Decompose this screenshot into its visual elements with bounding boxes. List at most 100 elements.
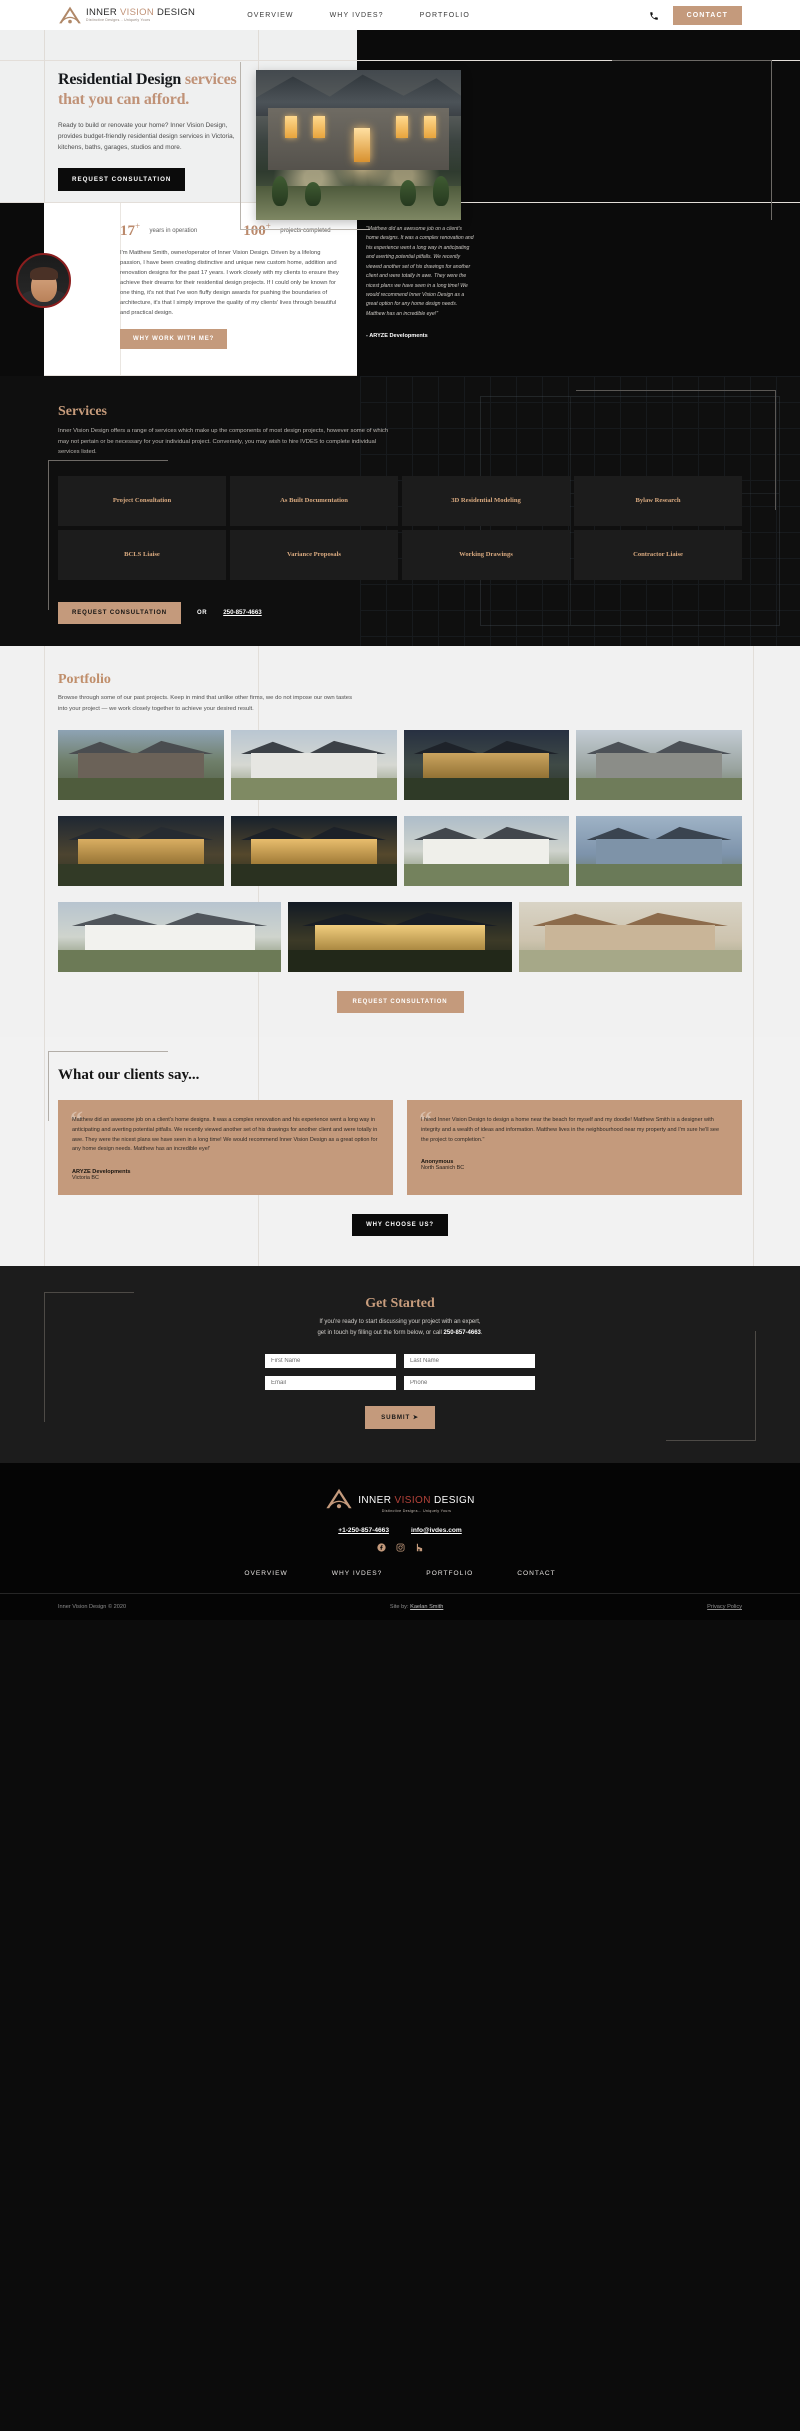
get-started-paragraph: If you're ready to start discussing your… (317, 1318, 483, 1336)
about-testimonial-author: - ARYZE Developments (366, 333, 428, 340)
portfolio-heading: Portfolio (58, 672, 111, 687)
about-testimonial: "Matthew did an awesome job on a client'… (366, 225, 476, 339)
hero-decorative-frame-right (612, 60, 772, 220)
portfolio-thumbnail[interactable] (58, 730, 224, 801)
portfolio-thumbnail[interactable] (576, 816, 742, 887)
site-credit-link[interactable]: Kaelan Smith (410, 1604, 443, 1610)
portfolio-thumbnail[interactable] (403, 816, 570, 887)
footer-email-link[interactable]: info@ivdes.com (411, 1527, 462, 1534)
portfolio-section: Portfolio Browse through some of our pas… (0, 646, 800, 1038)
services-grid: Project Consultation As Built Documentat… (58, 475, 742, 580)
get-started-paragraph-line1: If you're ready to start discussing your… (319, 1318, 481, 1325)
portfolio-thumbnail[interactable] (230, 730, 397, 801)
page-root: INNER VISION DESIGN Distinctive Designs.… (0, 0, 800, 1621)
phone-field[interactable] (404, 1376, 535, 1391)
logo-wordmark: INNER VISION DESIGN (86, 7, 196, 19)
email-field[interactable] (265, 1376, 396, 1391)
service-card-bylaw-research[interactable]: Bylaw Research (574, 475, 742, 526)
footer-nav-portfolio[interactable]: PORTFOLIO (426, 1570, 473, 1577)
get-started-decorative-frame-right (666, 1331, 756, 1442)
portfolio-paragraph: Browse through some of our past projects… (58, 695, 353, 712)
portfolio-grid-row-1 (58, 730, 742, 801)
testimonials-section: What our clients say... “ Matthew did an… (0, 1037, 800, 1266)
last-name-field[interactable] (404, 1354, 535, 1369)
houzz-icon[interactable] (415, 1543, 424, 1554)
hero-decorative-frame-left (240, 62, 370, 230)
testimonial-text: Matthew did an awesome job on a client's… (72, 1117, 378, 1153)
services-or-label: OR (197, 609, 208, 616)
why-work-with-me-button[interactable]: WHY WORK WITH ME? (120, 329, 228, 349)
sub-footer: Inner Vision Design © 2020 Site by: Kael… (0, 1593, 800, 1621)
testimonials-heading: What our clients say... (58, 1067, 200, 1084)
nav-item-overview[interactable]: OVERVIEW (247, 12, 293, 19)
services-cta-row: REQUEST CONSULTATION OR 250-857-4663 (58, 601, 742, 624)
get-started-paragraph-line2a: get in touch by filling out the form bel… (317, 1329, 444, 1336)
contact-form: SUBMIT ➤ (265, 1354, 535, 1430)
testimonial-card: “ Matthew did an awesome job on a client… (58, 1100, 393, 1195)
testimonial-card: “ I hired Inner Vision Design to design … (407, 1100, 742, 1195)
get-started-phone: 250-857-4663 (443, 1329, 481, 1336)
services-heading: Services (58, 404, 107, 419)
footer-nav-contact[interactable]: CONTACT (517, 1570, 555, 1577)
stat-years: 17+ years in operation (120, 221, 197, 240)
hero-request-consultation-button[interactable]: REQUEST CONSULTATION (58, 167, 186, 191)
site-credit: Site by: Kaelan Smith (389, 1604, 444, 1611)
first-name-field[interactable] (265, 1354, 396, 1369)
portfolio-thumbnail[interactable] (230, 816, 397, 887)
footer-logo[interactable]: INNER VISION DESIGN Distinctive Designs.… (325, 1487, 475, 1515)
services-phone-link[interactable]: 250-857-4663 (223, 609, 262, 616)
service-card-3d-residential-modeling[interactable]: 3D Residential Modeling (402, 475, 570, 526)
footer-nav-overview[interactable]: OVERVIEW (244, 1570, 287, 1577)
stat-years-number: 17+ (120, 221, 141, 239)
nav-item-why-ivdes[interactable]: WHY IVDES? (330, 12, 384, 19)
avatar (16, 253, 71, 308)
portfolio-thumbnail[interactable] (58, 816, 224, 887)
get-started-heading: Get Started (365, 1295, 435, 1311)
service-card-bcls-liaise[interactable]: BCLS Liaise (58, 529, 226, 580)
copyright-text: Inner Vision Design © 2020 (58, 1604, 127, 1611)
portfolio-thumbnail[interactable] (403, 730, 570, 801)
get-started-section: Get Started If you're ready to start dis… (0, 1265, 800, 1464)
why-choose-us-button[interactable]: WHY CHOOSE US? (352, 1213, 448, 1236)
footer-nav-why-ivdes[interactable]: WHY IVDES? (332, 1570, 383, 1577)
about-section: 17+ years in operation 100+ projects com… (0, 203, 800, 376)
contact-button[interactable]: CONTACT (672, 5, 742, 25)
logo-triangle-eye-icon (58, 5, 82, 25)
privacy-policy-link[interactable]: Privacy Policy (707, 1604, 742, 1610)
submit-button[interactable]: SUBMIT ➤ (365, 1406, 435, 1430)
about-paragraph: I'm Matthew Smith, owner/operator of Inn… (120, 250, 339, 316)
services-section: Services Inner Vision Design offers a ra… (0, 376, 800, 646)
service-card-contractor-liaise[interactable]: Contractor Liaise (574, 529, 742, 580)
footer-navigation: OVERVIEW WHY IVDES? PORTFOLIO CONTACT (58, 1570, 742, 1577)
portfolio-thumbnail[interactable] (576, 730, 742, 801)
services-paragraph: Inner Vision Design offers a range of se… (58, 428, 389, 456)
footer: INNER VISION DESIGN Distinctive Designs.… (0, 1463, 800, 1594)
about-testimonial-text: "Matthew did an awesome job on a client'… (366, 226, 474, 317)
phone-icon[interactable] (649, 9, 659, 21)
logo-tagline: Distinctive Designs... Uniquely Yours (86, 17, 151, 22)
footer-logo-triangle-eye-icon (325, 1487, 353, 1515)
service-card-as-built-documentation[interactable]: As Built Documentation (230, 475, 398, 526)
footer-phone-link[interactable]: +1-250-857-4663 (338, 1527, 389, 1534)
nav-links: OVERVIEW WHY IVDES? PORTFOLIO (247, 12, 470, 19)
service-card-working-drawings[interactable]: Working Drawings (402, 529, 570, 580)
hero-section: Residential Design services that you can… (0, 30, 800, 230)
footer-logo-tagline: Distinctive Designs... Uniquely Yours (381, 1508, 452, 1513)
portfolio-grid-row-3 (58, 902, 742, 973)
hero-paragraph: Ready to build or renovate your home? In… (58, 122, 235, 152)
portfolio-thumbnail[interactable] (58, 902, 282, 973)
service-card-variance-proposals[interactable]: Variance Proposals (230, 529, 398, 580)
testimonial-author-location: North Saanich BC (421, 1165, 465, 1172)
portfolio-request-consultation-button[interactable]: REQUEST CONSULTATION (336, 991, 464, 1014)
services-request-consultation-button[interactable]: REQUEST CONSULTATION (58, 601, 181, 624)
instagram-icon[interactable] (396, 1543, 405, 1554)
portfolio-grid-row-2 (58, 816, 742, 887)
nav-item-portfolio[interactable]: PORTFOLIO (420, 12, 470, 19)
site-logo[interactable]: INNER VISION DESIGN Distinctive Designs.… (58, 5, 195, 25)
facebook-icon[interactable] (376, 1543, 386, 1554)
testimonials-grid: “ Matthew did an awesome job on a client… (58, 1100, 742, 1195)
portfolio-thumbnail[interactable] (288, 902, 512, 973)
footer-logo-wordmark: INNER VISION DESIGN (358, 1494, 475, 1506)
portfolio-thumbnail[interactable] (518, 902, 742, 973)
service-card-project-consultation[interactable]: Project Consultation (58, 475, 226, 526)
